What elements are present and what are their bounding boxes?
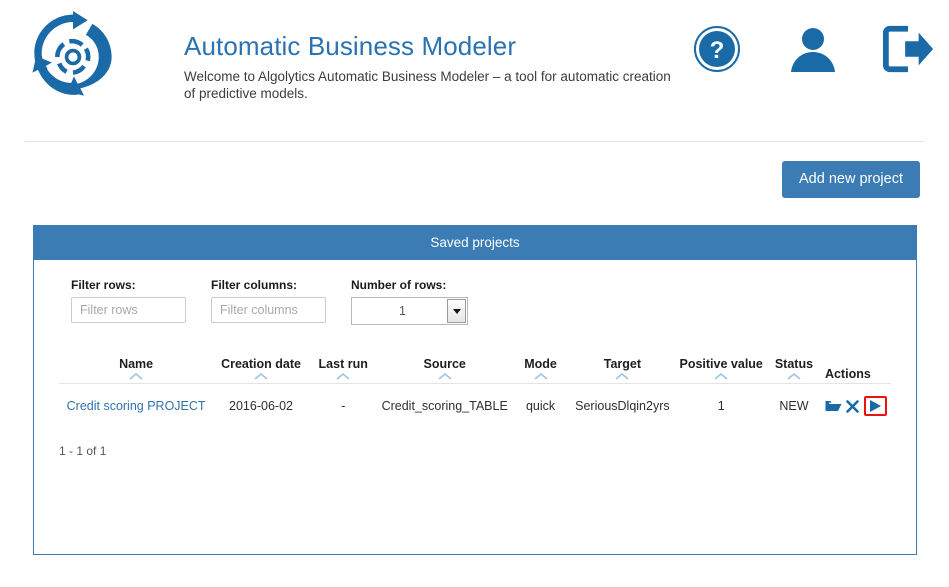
title-block: Automatic Business Modeler Welcome to Al… [184,30,684,102]
column-header-mode[interactable]: Mode [512,357,570,384]
number-of-rows-group: Number of rows: 1 [351,278,551,325]
cell-target: SeriousDlqin2yrs [569,383,676,428]
user-icon[interactable] [786,22,840,76]
panel-body: Filter rows: Filter columns: Number of r… [34,260,916,458]
cell-source: Credit_scoring_TABLE [377,383,512,428]
column-label: Mode [524,357,557,371]
add-new-project-button[interactable]: Add new project [782,161,920,198]
cell-name: Credit scoring PROJECT [59,383,214,428]
page-title: Automatic Business Modeler [184,31,517,61]
logout-icon[interactable] [882,22,936,76]
sort-caret-icon[interactable] [438,373,452,381]
column-label: Target [603,357,642,371]
cell-last-run: - [308,383,378,428]
panel-title: Saved projects [34,226,916,260]
column-label: Name [119,357,154,371]
projects-table: Name Creation date Last run Source Mode … [59,357,891,428]
column-header-last-run[interactable]: Last run [309,357,378,384]
column-header-source[interactable]: Source [378,357,512,384]
column-label: Actions [824,367,871,381]
toolbar: Add new project [782,161,920,198]
cell-status: NEW [766,383,821,428]
sort-caret-icon[interactable] [714,373,728,381]
pagination-info: 1 - 1 of 1 [59,444,107,458]
saved-projects-panel: Saved projects Filter rows: Filter colum… [33,225,917,555]
column-label: Last run [318,357,368,371]
header-icon-group: ? [690,22,936,76]
sort-caret-icon[interactable] [336,373,350,381]
filter-rows-label: Filter rows: [71,278,136,292]
sort-caret-icon[interactable] [534,373,548,381]
filter-columns-group: Filter columns: [211,278,351,323]
column-header-positive-value[interactable]: Positive value [675,357,766,384]
open-folder-icon[interactable] [825,399,842,413]
column-header-creation-date[interactable]: Creation date [213,357,309,384]
run-play-highlight [863,396,887,416]
table-header-row: Name Creation date Last run Source Mode … [59,357,891,384]
delete-x-icon[interactable] [846,399,859,413]
algolytics-circular-logo-icon [27,11,119,103]
number-of-rows-label: Number of rows: [351,278,447,292]
svg-text:?: ? [710,37,725,64]
column-label: Positive value [679,357,763,371]
page-subtitle: Welcome to Algolytics Automatic Business… [184,69,671,101]
column-label: Source [423,357,466,371]
cell-positive-value: 1 [675,383,767,428]
filter-columns-label: Filter columns: [211,278,298,292]
number-of-rows-select[interactable]: 1 [351,297,468,325]
cell-actions [820,383,891,428]
projects-table-wrap: Name Creation date Last run Source Mode … [59,357,891,428]
filter-rows-group: Filter rows: [71,278,211,323]
table-body: Credit scoring PROJECT 2016-06-02 - Cred… [59,383,891,428]
column-label: Creation date [221,357,301,371]
cell-mode: quick [511,383,570,428]
sort-caret-icon[interactable] [615,373,629,381]
column-header-name[interactable]: Name [59,357,213,384]
column-label: Status [774,357,814,371]
header-divider [25,141,924,142]
project-name-link[interactable]: Credit scoring PROJECT [67,399,206,413]
sort-caret-icon[interactable] [254,373,268,381]
filter-columns-input[interactable] [211,297,326,323]
sort-caret-icon[interactable] [787,373,801,381]
table-head: Name Creation date Last run Source Mode … [59,357,891,384]
run-play-icon[interactable] [869,399,882,413]
column-header-target[interactable]: Target [569,357,675,384]
filter-rows-input[interactable] [71,297,186,323]
column-header-status[interactable]: Status [767,357,821,384]
table-row: Credit scoring PROJECT 2016-06-02 - Cred… [59,383,891,428]
filters-bar: Filter rows: Filter columns: Number of r… [34,260,916,325]
sort-caret-icon[interactable] [129,373,143,381]
chevron-down-icon[interactable] [447,299,466,323]
page-header: Automatic Business Modeler Welcome to Al… [0,0,949,142]
help-icon[interactable]: ? [690,22,744,76]
cell-creation-date: 2016-06-02 [213,383,309,428]
column-header-actions: Actions [821,357,891,384]
